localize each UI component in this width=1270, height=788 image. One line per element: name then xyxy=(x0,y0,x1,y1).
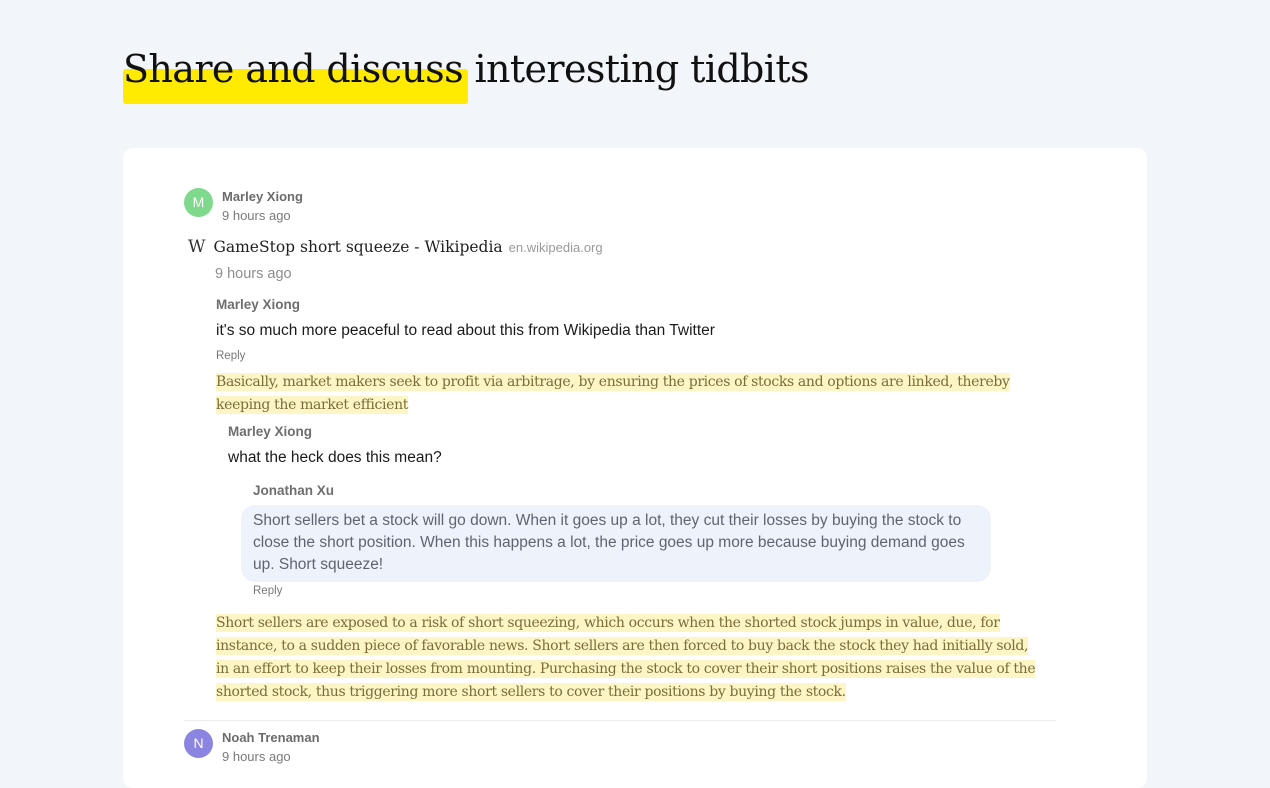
reply-button[interactable]: Reply xyxy=(253,585,282,597)
comment-author[interactable]: Marley Xiong xyxy=(216,297,300,312)
post-time: 9 hours ago xyxy=(222,749,291,764)
post-time: 9 hours ago xyxy=(222,208,291,223)
page-headline: Share and discuss interesting tidbits xyxy=(123,44,809,104)
reply-button[interactable]: Reply xyxy=(216,350,245,362)
headline-rest: interesting tidbits xyxy=(462,47,809,91)
avatar[interactable]: M xyxy=(184,188,213,217)
headline-highlight: Share and discuss xyxy=(123,44,468,104)
link-time: 9 hours ago xyxy=(215,266,292,282)
link-domain: en.wikipedia.org xyxy=(508,240,603,255)
reply-bubble: Short sellers bet a stock will go down. … xyxy=(241,505,991,582)
post-author[interactable]: Noah Trenaman xyxy=(222,730,320,745)
link-title[interactable]: GameStop short squeeze - Wikipedia xyxy=(213,238,502,256)
feed-card: M Marley Xiong 9 hours ago W GameStop sh… xyxy=(123,148,1147,788)
shared-link[interactable]: W GameStop short squeeze - Wikipedia en.… xyxy=(188,237,603,257)
comment-text: it's so much more peaceful to read about… xyxy=(216,322,715,339)
avatar[interactable]: N xyxy=(184,729,213,758)
comment-text: what the heck does this mean? xyxy=(228,449,442,466)
comment-author[interactable]: Jonathan Xu xyxy=(253,483,334,498)
comment-author[interactable]: Marley Xiong xyxy=(228,424,312,439)
post-author[interactable]: Marley Xiong xyxy=(222,189,303,204)
wikipedia-icon: W xyxy=(188,237,206,257)
highlighted-quote[interactable]: Short sellers are exposed to a risk of s… xyxy=(216,612,1036,704)
highlighted-quote[interactable]: Basically, market makers seek to profit … xyxy=(216,371,1016,417)
post-divider xyxy=(184,720,1056,721)
